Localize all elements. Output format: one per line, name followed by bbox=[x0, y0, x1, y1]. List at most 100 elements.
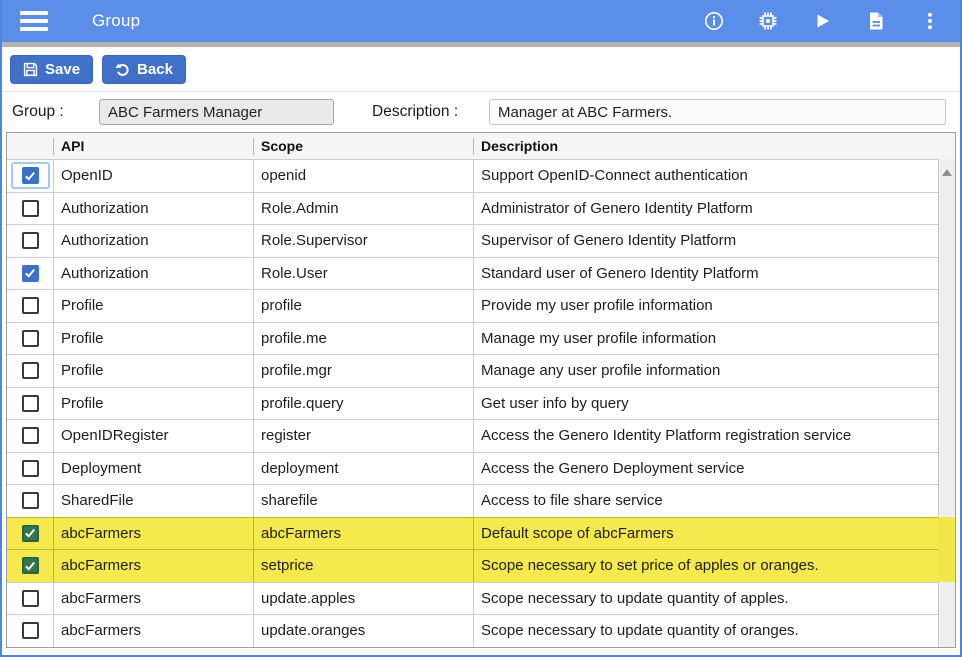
scope-cell-text: profile bbox=[261, 297, 302, 314]
scope-cell-text: Role.Admin bbox=[261, 200, 339, 217]
row-checkbox[interactable] bbox=[22, 330, 39, 347]
row-checkbox[interactable] bbox=[22, 525, 39, 542]
table-row[interactable]: abcFarmers setprice Scope necessary to s… bbox=[7, 549, 955, 582]
row-checkbox[interactable] bbox=[22, 297, 39, 314]
more-button[interactable] bbox=[918, 9, 942, 33]
checkbox-cell bbox=[7, 225, 53, 257]
row-checkbox[interactable] bbox=[22, 590, 39, 607]
table-row[interactable]: Profile profile Provide my user profile … bbox=[7, 289, 955, 322]
scope-cell: Role.User bbox=[253, 258, 473, 290]
checkbox-focus-ring bbox=[11, 520, 50, 547]
back-button[interactable]: Back bbox=[102, 55, 186, 84]
table-row[interactable]: Authorization Role.User Standard user of… bbox=[7, 257, 955, 290]
group-label: Group : bbox=[12, 103, 99, 121]
table-row[interactable]: abcFarmers update.apples Scope necessary… bbox=[7, 582, 955, 615]
description-cell: Supervisor of Genero Identity Platform bbox=[473, 225, 955, 257]
table-row[interactable]: Deployment deployment Access the Genero … bbox=[7, 452, 955, 485]
description-cell: Access the Genero Identity Platform regi… bbox=[473, 420, 955, 452]
description-cell-text: Scope necessary to set price of apples o… bbox=[481, 557, 819, 574]
checkbox-focus-ring bbox=[11, 292, 50, 319]
chip-icon bbox=[757, 10, 779, 32]
settings-chip-button[interactable] bbox=[756, 9, 780, 33]
api-cell: OpenIDRegister bbox=[53, 420, 253, 452]
row-checkbox[interactable] bbox=[22, 167, 39, 184]
api-cell: Deployment bbox=[53, 453, 253, 485]
description-cell: Scope necessary to update quantity of ap… bbox=[473, 583, 955, 615]
header-cell-description: Description bbox=[473, 138, 955, 155]
scope-table: API Scope Description OpenID openid Supp… bbox=[6, 132, 956, 648]
scope-cell-text: openid bbox=[261, 167, 306, 184]
document-icon bbox=[865, 10, 887, 32]
row-checkbox[interactable] bbox=[22, 362, 39, 379]
row-checkbox[interactable] bbox=[22, 200, 39, 217]
scope-cell-text: profile.me bbox=[261, 330, 327, 347]
table-row[interactable]: Profile profile.me Manage my user profil… bbox=[7, 322, 955, 355]
table-row[interactable]: Profile profile.query Get user info by q… bbox=[7, 387, 955, 420]
undo-icon bbox=[115, 62, 130, 77]
table-row[interactable]: SharedFile sharefile Access to file shar… bbox=[7, 484, 955, 517]
row-checkbox[interactable] bbox=[22, 460, 39, 477]
description-cell-text: Manage any user profile information bbox=[481, 362, 720, 379]
api-cell-text: abcFarmers bbox=[61, 622, 141, 639]
table-row[interactable]: Authorization Role.Admin Administrator o… bbox=[7, 192, 955, 225]
api-cell: abcFarmers bbox=[53, 583, 253, 615]
api-cell-text: Authorization bbox=[61, 200, 149, 217]
save-label: Save bbox=[45, 61, 80, 78]
table-row[interactable]: Authorization Role.Supervisor Supervisor… bbox=[7, 224, 955, 257]
kebab-icon bbox=[919, 10, 941, 32]
scope-cell: setprice bbox=[253, 550, 473, 582]
table-row[interactable]: abcFarmers update.oranges Scope necessar… bbox=[7, 614, 955, 647]
description-cell-text: Manage my user profile information bbox=[481, 330, 716, 347]
scope-cell-text: sharefile bbox=[261, 492, 318, 509]
row-checkbox[interactable] bbox=[22, 622, 39, 639]
group-input[interactable] bbox=[99, 99, 334, 125]
checkbox-focus-ring bbox=[11, 455, 50, 482]
report-button[interactable] bbox=[864, 9, 888, 33]
row-checkbox[interactable] bbox=[22, 232, 39, 249]
scroll-up-button[interactable] bbox=[941, 167, 953, 177]
row-checkbox[interactable] bbox=[22, 427, 39, 444]
description-input[interactable] bbox=[489, 99, 946, 125]
description-cell-text: Get user info by query bbox=[481, 395, 629, 412]
description-cell: Scope necessary to update quantity of or… bbox=[473, 615, 955, 647]
checkbox-cell bbox=[7, 388, 53, 420]
checkbox-focus-ring bbox=[11, 390, 50, 417]
description-cell: Default scope of abcFarmers bbox=[473, 518, 955, 550]
description-cell-text: Support OpenID-Connect authentication bbox=[481, 167, 748, 184]
checkbox-cell bbox=[7, 615, 53, 647]
save-button[interactable]: Save bbox=[10, 55, 93, 84]
scope-cell: register bbox=[253, 420, 473, 452]
table-row[interactable]: Profile profile.mgr Manage any user prof… bbox=[7, 354, 955, 387]
table-row[interactable]: abcFarmers abcFarmers Default scope of a… bbox=[7, 517, 955, 550]
description-cell-text: Scope necessary to update quantity of ap… bbox=[481, 590, 789, 607]
menu-button[interactable] bbox=[20, 11, 48, 31]
check-icon bbox=[24, 527, 36, 539]
table-row[interactable]: OpenID openid Support OpenID-Connect aut… bbox=[7, 159, 955, 192]
highlight-overlay-scrollbar bbox=[938, 517, 955, 582]
description-cell-text: Scope necessary to update quantity of or… bbox=[481, 622, 799, 639]
table-row[interactable]: OpenIDRegister register Access the Gener… bbox=[7, 419, 955, 452]
api-cell: Profile bbox=[53, 290, 253, 322]
api-cell: OpenID bbox=[53, 160, 253, 192]
run-button[interactable] bbox=[810, 9, 834, 33]
api-cell-text: OpenIDRegister bbox=[61, 427, 169, 444]
row-checkbox[interactable] bbox=[22, 492, 39, 509]
scope-cell-text: abcFarmers bbox=[261, 525, 341, 542]
info-button[interactable] bbox=[702, 9, 726, 33]
scope-cell-text: Role.Supervisor bbox=[261, 232, 368, 249]
api-cell: abcFarmers bbox=[53, 518, 253, 550]
row-checkbox[interactable] bbox=[22, 395, 39, 412]
back-label: Back bbox=[137, 61, 173, 78]
checkbox-cell bbox=[7, 518, 53, 550]
description-label: Description : bbox=[372, 103, 467, 121]
scope-cell: sharefile bbox=[253, 485, 473, 517]
row-checkbox[interactable] bbox=[22, 265, 39, 282]
floppy-icon bbox=[23, 62, 38, 77]
api-cell-text: Profile bbox=[61, 362, 104, 379]
scope-cell-text: setprice bbox=[261, 557, 314, 574]
row-checkbox[interactable] bbox=[22, 557, 39, 574]
scope-cell: update.apples bbox=[253, 583, 473, 615]
description-cell: Standard user of Genero Identity Platfor… bbox=[473, 258, 955, 290]
api-cell: Authorization bbox=[53, 193, 253, 225]
api-cell-text: Profile bbox=[61, 395, 104, 412]
